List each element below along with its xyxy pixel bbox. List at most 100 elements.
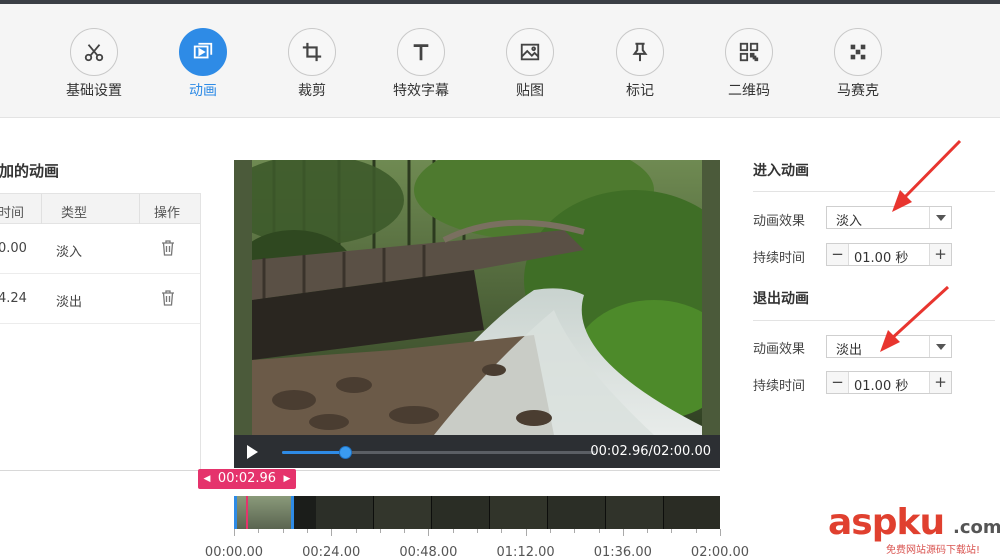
tab-label: 标记 <box>626 83 654 99</box>
film-frame <box>490 496 548 529</box>
timeline-tick <box>355 529 357 533</box>
playhead-cursor[interactable] <box>246 496 248 529</box>
column-divider <box>139 194 140 224</box>
timeline-tick <box>671 529 673 533</box>
timeline-tick <box>428 529 430 536</box>
timeline-label: 01:36.00 <box>593 545 652 559</box>
timeline-divider <box>0 470 720 471</box>
animation-icon <box>179 28 227 76</box>
film-frame <box>316 496 374 529</box>
watermark-brand-b: ku <box>896 502 946 543</box>
timeline-tick <box>258 529 260 533</box>
column-header-action: 操作 <box>154 206 181 221</box>
tab-label: 马赛克 <box>837 83 879 99</box>
film-frame <box>606 496 664 529</box>
added-animations-title: 加的动画 <box>0 162 60 180</box>
timeline-tick <box>452 529 454 533</box>
watermark-brand-a: asp <box>828 502 897 543</box>
current-time-text: 00:02.96 <box>217 471 277 486</box>
minus-icon[interactable]: − <box>827 372 849 393</box>
plus-icon[interactable]: + <box>929 372 951 393</box>
filmstrip[interactable] <box>234 496 720 529</box>
watermark-tagline: 免费网站源码下载站! <box>886 545 981 556</box>
timeline-tick <box>720 529 721 536</box>
selection-range[interactable] <box>234 496 294 529</box>
exit-duration-value[interactable]: 01.00 秒 <box>854 375 908 394</box>
tab-effect-subtitle[interactable]: 特效字幕 <box>371 28 471 99</box>
minus-icon[interactable]: − <box>827 244 849 265</box>
tab-animation[interactable]: 动画 <box>153 28 253 99</box>
plus-icon[interactable]: + <box>929 244 951 265</box>
exit-effect-value: 淡出 <box>836 343 863 358</box>
timeline-tick <box>477 529 478 533</box>
row-type: 淡入 <box>56 245 83 260</box>
enter-effect-value: 淡入 <box>836 214 863 229</box>
table-header: 时间 类型 操作 <box>0 194 200 224</box>
row-type: 淡出 <box>56 295 83 310</box>
tab-marker[interactable]: 标记 <box>590 28 690 99</box>
row-time: 4.24 <box>0 291 27 306</box>
exit-effect-label: 动画效果 <box>753 342 806 357</box>
enter-duration-label: 持续时间 <box>753 251 806 266</box>
toolbar: 基础设置 动画 裁剪 特效字幕 贴图 标记 二维码 马赛克 <box>0 4 1000 118</box>
tab-label: 裁剪 <box>298 83 326 99</box>
timeline-tick <box>234 529 235 536</box>
tab-label: 贴图 <box>516 83 544 99</box>
image-icon <box>506 28 554 76</box>
timeline-tick <box>404 529 406 533</box>
film-frame <box>374 496 432 529</box>
timeline-tick <box>379 529 381 533</box>
timeline-tick <box>695 529 697 533</box>
progress-track[interactable] <box>282 446 595 459</box>
arrow-left-icon[interactable]: ◀ <box>201 469 213 489</box>
film-frame <box>664 496 720 529</box>
timeline-label: 00:00.00 <box>204 545 264 559</box>
timeline-ticks <box>234 529 721 537</box>
trash-icon[interactable] <box>161 290 175 306</box>
timeline-tick <box>525 529 527 536</box>
tab-mosaic[interactable]: 马赛克 <box>808 28 908 99</box>
aspku-watermark: aspku .com 免费网站源码下载站! <box>828 502 1000 557</box>
progress-fill <box>282 451 345 454</box>
progress-knob[interactable] <box>338 446 352 459</box>
tab-basic-settings[interactable]: 基础设置 <box>44 28 144 99</box>
table-row[interactable]: 4.24 淡出 <box>0 274 200 324</box>
timeline-label: 01:12.00 <box>496 545 555 559</box>
enter-animation-title: 进入动画 <box>753 163 809 179</box>
red-arrow-annotation <box>892 139 962 212</box>
tab-crop[interactable]: 裁剪 <box>262 28 362 99</box>
timeline-tick <box>501 529 503 533</box>
qrcode-icon <box>725 28 773 76</box>
tab-sticker[interactable]: 贴图 <box>480 28 580 99</box>
play-icon[interactable] <box>244 444 260 460</box>
timeline-tick <box>647 529 649 533</box>
tab-qrcode[interactable]: 二维码 <box>699 28 799 99</box>
scissors-icon <box>70 28 118 76</box>
column-header-type: 类型 <box>61 206 88 221</box>
animation-table: 时间 类型 操作 0.00 淡入 4.24 淡出 <box>0 193 201 471</box>
exit-duration-label: 持续时间 <box>753 379 806 394</box>
current-time-badge[interactable]: ◀ 00:02.96 ▶ <box>198 469 296 489</box>
exit-duration-stepper[interactable]: − 01.00 秒 + <box>826 371 952 394</box>
arrow-right-icon[interactable]: ▶ <box>281 469 293 489</box>
film-frame <box>432 496 490 529</box>
enter-effect-label: 动画效果 <box>753 214 806 229</box>
mosaic-icon <box>834 28 882 76</box>
enter-duration-stepper[interactable]: − 01.00 秒 + <box>826 243 952 266</box>
enter-duration-value[interactable]: 01.00 秒 <box>854 247 908 266</box>
video-preview[interactable] <box>234 160 720 435</box>
exit-animation-title: 退出动画 <box>753 291 809 307</box>
watermark-brand-c: .com <box>953 517 1000 538</box>
red-arrow-annotation <box>880 285 950 352</box>
tab-label: 二维码 <box>728 83 770 99</box>
time-readout: 00:02.96/02:00.00 <box>590 444 711 459</box>
timeline-tick <box>282 529 284 533</box>
trash-icon[interactable] <box>161 240 175 256</box>
tab-label: 动画 <box>189 83 217 99</box>
tab-label: 基础设置 <box>66 83 122 99</box>
table-row[interactable]: 0.00 淡入 <box>0 224 200 274</box>
timeline-tick <box>331 529 333 536</box>
column-divider <box>41 194 42 224</box>
timeline-tick <box>549 529 551 533</box>
column-header-time: 时间 <box>0 206 25 221</box>
